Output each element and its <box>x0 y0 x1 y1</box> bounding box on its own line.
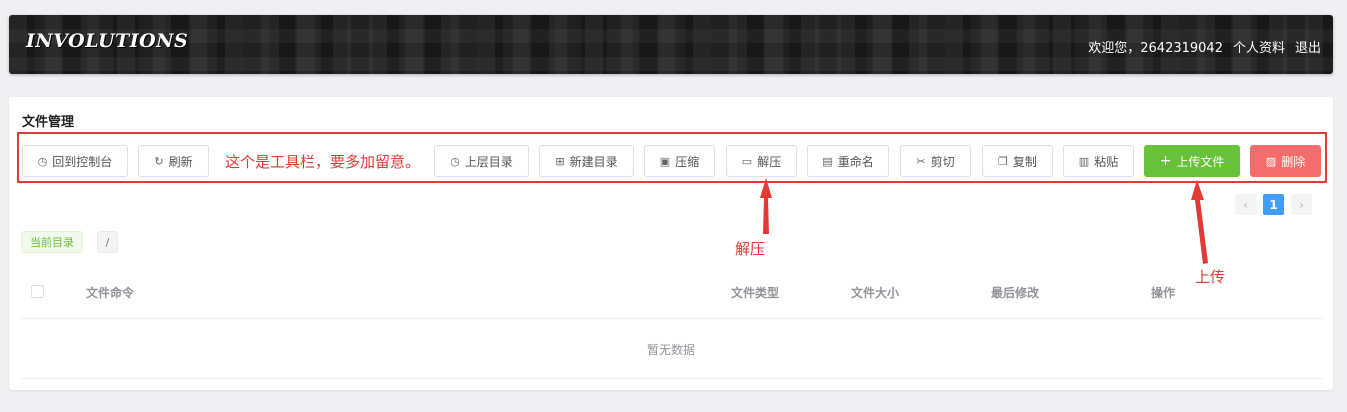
box-open-icon: ▭ <box>741 154 753 168</box>
current-dir-tag: 当前目录 <box>21 231 83 253</box>
compress-label: 压缩 <box>675 154 700 169</box>
delete-label: 删除 <box>1281 154 1306 169</box>
rename-button[interactable]: ▤ 重命名 <box>807 145 889 177</box>
parent-dir-label: 上层目录 <box>464 154 513 169</box>
top-header: INVOLUTIONS 欢迎您，2642319042 个人资料 退出 <box>9 15 1333 74</box>
empty-table-text: 暂无数据 <box>646 343 695 357</box>
column-header-name: 文件命令 <box>86 286 135 300</box>
scissors-icon: ✂ <box>916 154 926 168</box>
next-page-button[interactable]: › <box>1291 194 1312 215</box>
file-manager-card: 文件管理 ◷ 回到控制台 ↻ 刷新 这个是工具栏，要多加留意。 ◷ 上层目录 ⊞… <box>9 97 1333 390</box>
page-1-button[interactable]: 1 <box>1263 194 1284 215</box>
document-icon: ▤ <box>822 154 833 168</box>
profile-link[interactable]: 个人资料 <box>1233 37 1285 56</box>
toolbar-annotation: 这个是工具栏，要多加留意。 <box>225 153 421 171</box>
clock-icon: ◷ <box>37 154 48 168</box>
refresh-label: 刷新 <box>168 154 193 169</box>
paste-button[interactable]: ▥ 粘贴 <box>1063 145 1134 177</box>
box-icon: ▣ <box>659 154 671 168</box>
refresh-button[interactable]: ↻ 刷新 <box>138 145 209 177</box>
table-header-divider <box>21 318 1323 319</box>
rename-label: 重命名 <box>837 154 874 169</box>
plus-icon: + <box>1159 153 1172 169</box>
cut-button[interactable]: ✂ 剪切 <box>900 145 971 177</box>
clock-icon: ◷ <box>450 154 460 168</box>
back-console-label: 回到控制台 <box>52 154 113 169</box>
upload-label: 上传文件 <box>1176 154 1225 169</box>
refresh-icon: ↻ <box>154 154 164 168</box>
new-dir-button[interactable]: ⊞ 新建目录 <box>539 145 634 177</box>
current-path-tag[interactable]: / <box>97 231 118 253</box>
column-header-type: 文件类型 <box>731 286 780 300</box>
table-bottom-divider <box>21 378 1323 379</box>
extract-label: 解压 <box>757 154 782 169</box>
card-title: 文件管理 <box>22 115 75 130</box>
column-header-size: 文件大小 <box>851 286 900 300</box>
compress-button[interactable]: ▣ 压缩 <box>644 145 715 177</box>
back-console-button[interactable]: ◷ 回到控制台 <box>22 145 128 177</box>
user-menu: 欢迎您，2642319042 个人资料 退出 <box>1088 37 1321 56</box>
new-dir-label: 新建目录 <box>569 154 618 169</box>
extract-button[interactable]: ▭ 解压 <box>726 145 797 177</box>
folder-add-icon: ⊞ <box>555 154 565 168</box>
welcome-text: 欢迎您，2642319042 <box>1088 41 1223 56</box>
parent-dir-button[interactable]: ◷ 上层目录 <box>434 145 529 177</box>
paste-label: 粘贴 <box>1094 154 1119 169</box>
extract-annotation-label: 解压 <box>735 240 766 258</box>
column-header-modified: 最后修改 <box>991 286 1040 300</box>
site-logo[interactable]: INVOLUTIONS <box>26 30 188 52</box>
column-header-actions: 操作 <box>1151 286 1176 300</box>
copy-button[interactable]: ❐ 复制 <box>982 145 1053 177</box>
copy-label: 复制 <box>1012 154 1037 169</box>
cut-label: 剪切 <box>930 154 955 169</box>
paste-icon: ▥ <box>1078 154 1090 168</box>
delete-button[interactable]: ▨ 删除 <box>1250 145 1321 177</box>
delete-document-icon: ▨ <box>1265 154 1277 168</box>
copy-icon: ❐ <box>998 154 1008 168</box>
prev-page-button[interactable]: ‹ <box>1235 194 1256 215</box>
upload-file-button[interactable]: + 上传文件 <box>1144 145 1240 177</box>
logout-link[interactable]: 退出 <box>1295 37 1321 56</box>
select-all-checkbox[interactable] <box>31 285 44 298</box>
upload-annotation-label: 上传 <box>1195 268 1226 286</box>
